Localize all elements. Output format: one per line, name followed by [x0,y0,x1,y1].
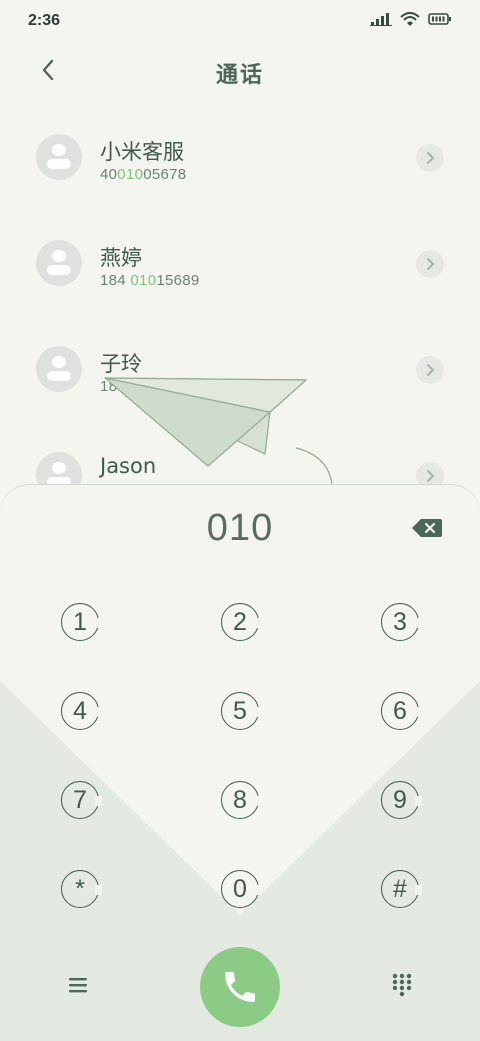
contact-name: 燕婷 [100,246,142,270]
avatar [36,346,82,392]
phone-icon [225,972,255,1002]
contact-row[interactable]: 小米客服 4001005678 [0,110,480,216]
contact-detail-button[interactable] [416,250,444,278]
contact-detail-button[interactable] [416,356,444,384]
contact-detail-button[interactable] [416,144,444,172]
contact-row[interactable]: 子玲 184 0101 5678 [0,322,480,428]
header: 通话 [0,45,480,95]
status-bar: 2:36 [0,0,480,40]
keypad-icon[interactable] [390,972,414,998]
key-hash[interactable]: # [381,870,422,908]
contact-row[interactable]: 燕婷 184 01015689 [0,216,480,322]
status-time: 2:36 [28,12,61,29]
contact-list: 小米客服 4001005678 燕婷 184 01015689 子玲 184 0… [0,110,480,534]
page-title: 通话 [215,62,264,87]
chevron-right-icon [427,152,435,164]
key-star[interactable]: * [61,870,102,908]
contact-name: 子玲 [100,352,142,376]
signal-icon [370,13,392,26]
key-5[interactable]: 5 [221,692,262,730]
contact-number: 184 0101 5678 [100,378,205,395]
dial-input-display[interactable]: 010 [0,507,480,550]
contact-number: 184 01015689 [100,272,200,289]
chevron-right-icon [427,258,435,270]
key-4[interactable]: 4 [61,692,102,730]
call-button[interactable] [200,947,280,1027]
key-0[interactable]: 0 [221,870,262,908]
key-8[interactable]: 8 [221,781,262,819]
chevron-right-icon [427,364,435,376]
contact-name: Jason [100,454,157,478]
battery-icon [428,13,451,25]
menu-icon[interactable] [66,975,90,995]
key-2[interactable]: 2 [221,603,262,641]
dialer-panel: 010 1 2 3 4 5 6 7 8 9 * 0 # [0,484,480,1041]
contact-name: 小米客服 [100,140,184,164]
key-7[interactable]: 7 [61,781,102,819]
avatar [36,240,82,286]
backspace-icon[interactable] [411,517,443,539]
avatar [36,134,82,180]
key-3[interactable]: 3 [381,603,422,641]
key-9[interactable]: 9 [381,781,422,819]
key-1[interactable]: 1 [61,603,102,641]
key-6[interactable]: 6 [381,692,422,730]
chevron-right-icon [427,470,435,482]
status-icons [370,12,452,26]
wifi-icon [400,12,420,26]
contact-number: 4001005678 [100,166,187,183]
